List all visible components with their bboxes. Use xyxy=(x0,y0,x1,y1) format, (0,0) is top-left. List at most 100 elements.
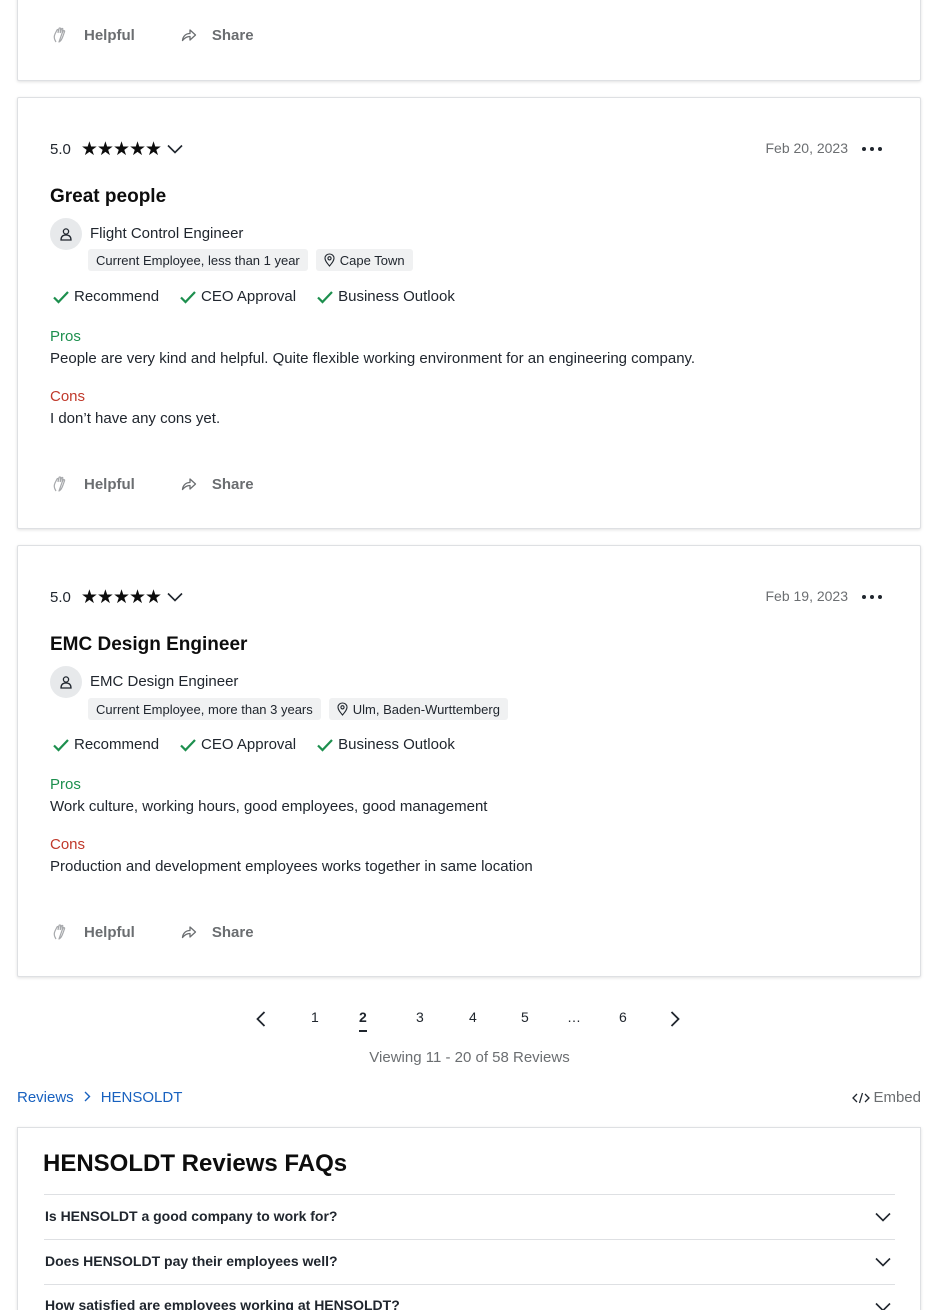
chevron-right-icon xyxy=(84,1090,91,1105)
avatar xyxy=(50,666,82,698)
recommend-check: Recommend xyxy=(52,736,159,753)
next-page-button[interactable] xyxy=(670,1011,680,1032)
location-pin-icon xyxy=(324,253,335,267)
faq-item[interactable]: How satisfied are employees working at H… xyxy=(44,1284,895,1310)
previous-page-button[interactable] xyxy=(256,1011,266,1032)
checkmark-icon xyxy=(317,738,333,752)
page-4[interactable]: 4 xyxy=(469,1009,477,1025)
review-title: Great people xyxy=(50,186,167,207)
location-tag: Cape Town xyxy=(315,249,413,271)
embed-label: Embed xyxy=(873,1089,921,1106)
star-rating: ★ ★ ★ ★ ★ xyxy=(80,586,163,608)
rating-row: 5.0 ★ ★ ★ ★ ★ xyxy=(50,138,183,160)
recommend-label: Recommend xyxy=(74,288,160,305)
person-icon xyxy=(60,228,72,241)
share-icon xyxy=(181,29,196,42)
checkmark-icon xyxy=(180,738,196,752)
cons-label: Cons xyxy=(50,388,86,405)
share-label: Share xyxy=(211,475,254,493)
helpful-button[interactable]: Helpful xyxy=(51,923,135,941)
reviewer-job-title: Flight Control Engineer xyxy=(90,225,244,242)
faq-question: How satisfied are employees working at H… xyxy=(45,1297,400,1310)
faq-question: Does HENSOLDT pay their employees well? xyxy=(45,1253,338,1269)
page-1[interactable]: 1 xyxy=(311,1009,319,1025)
employment-tag: Current Employee, less than 1 year xyxy=(88,249,308,271)
review-actions: Helpful Share xyxy=(51,920,300,944)
helpful-button[interactable]: Helpful xyxy=(51,26,135,44)
business-outlook-check: Business Outlook xyxy=(316,288,455,305)
page-3[interactable]: 3 xyxy=(416,1009,424,1025)
checkmark-icon xyxy=(53,290,69,304)
pagination: 1 2 3 4 5 … 6 xyxy=(0,1006,939,1036)
person-icon xyxy=(60,676,72,689)
page-6[interactable]: 6 xyxy=(619,1009,627,1025)
reviewer-tags: Current Employee, more than 3 years Ulm,… xyxy=(88,698,508,720)
helpful-icon xyxy=(53,924,66,940)
review-date: Feb 20, 2023 xyxy=(765,140,848,156)
page-ellipsis: … xyxy=(567,1009,581,1025)
ceo-approval-check: CEO Approval xyxy=(179,288,296,305)
share-button[interactable]: Share xyxy=(181,476,254,493)
more-icon xyxy=(862,595,866,599)
recommend-check: Recommend xyxy=(52,288,159,305)
more-options-button[interactable] xyxy=(862,588,882,606)
rating-details-toggle[interactable] xyxy=(167,592,183,602)
star-icon: ★ xyxy=(96,138,114,160)
faq-item[interactable]: Is HENSOLDT a good company to work for? xyxy=(44,1194,895,1239)
review-date: Feb 19, 2023 xyxy=(765,588,848,604)
faq-section: HENSOLDT Reviews FAQs Is HENSOLDT a good… xyxy=(17,1127,921,1310)
share-label: Share xyxy=(211,26,254,44)
embed-button[interactable]: Embed xyxy=(852,1089,921,1106)
review-title: EMC Design Engineer xyxy=(50,634,248,655)
star-icon: ★ xyxy=(96,586,114,608)
helpful-label: Helpful xyxy=(84,26,135,44)
more-icon xyxy=(862,147,866,151)
chevron-down-icon xyxy=(875,1212,891,1222)
ceo-approval-label: CEO Approval xyxy=(201,288,297,305)
share-button[interactable]: Share xyxy=(181,27,254,44)
chevron-down-icon xyxy=(875,1257,891,1267)
share-label: Share xyxy=(211,923,254,941)
code-icon xyxy=(852,1092,871,1103)
recommend-label: Recommend xyxy=(74,736,160,753)
star-icon: ★ xyxy=(129,586,147,608)
more-options-button[interactable] xyxy=(862,140,882,158)
page-5[interactable]: 5 xyxy=(521,1009,529,1025)
review-card-partial: Helpful Share xyxy=(17,0,921,81)
business-outlook-label: Business Outlook xyxy=(338,288,455,305)
star-icon: ★ xyxy=(80,586,98,608)
location-text: Ulm, Baden-Wurttemberg xyxy=(352,701,500,717)
breadcrumb-company-link[interactable]: HENSOLDT xyxy=(101,1089,183,1106)
breadcrumb-reviews-link[interactable]: Reviews xyxy=(17,1089,74,1106)
pros-label: Pros xyxy=(50,328,81,345)
helpful-label: Helpful xyxy=(84,923,135,941)
star-icon: ★ xyxy=(80,138,98,160)
pros-text: Work culture, working hours, good employ… xyxy=(50,798,488,815)
chevron-left-icon xyxy=(256,1011,266,1027)
page-2[interactable]: 2 xyxy=(359,1009,367,1032)
share-button[interactable]: Share xyxy=(181,924,254,941)
cons-label: Cons xyxy=(50,836,86,853)
review-card: 5.0 ★ ★ ★ ★ ★ Feb 19, 2023 EMC Design Engine… xyxy=(17,545,921,977)
reviewer-tags: Current Employee, less than 1 year Cape … xyxy=(88,249,413,271)
helpful-button[interactable]: Helpful xyxy=(51,475,135,493)
ceo-approval-check: CEO Approval xyxy=(179,736,296,753)
employment-status: Current Employee, more than 3 years xyxy=(96,701,313,717)
faq-item[interactable]: Does HENSOLDT pay their employees well? xyxy=(44,1239,895,1284)
star-icon: ★ xyxy=(145,586,163,608)
employment-status: Current Employee, less than 1 year xyxy=(96,252,300,268)
review-actions: Helpful Share xyxy=(51,472,300,496)
chevron-down-icon xyxy=(167,592,183,602)
breadcrumb: Reviews HENSOLDT xyxy=(17,1089,182,1106)
location-pin-icon xyxy=(337,702,348,716)
business-outlook-label: Business Outlook xyxy=(338,736,455,753)
rating-details-toggle[interactable] xyxy=(167,144,183,154)
rating-value: 5.0 xyxy=(50,140,71,158)
employment-tag: Current Employee, more than 3 years xyxy=(88,698,321,720)
share-icon xyxy=(181,478,196,491)
faq-title: HENSOLDT Reviews FAQs xyxy=(43,1150,348,1177)
star-icon: ★ xyxy=(112,586,130,608)
chevron-down-icon xyxy=(167,144,183,154)
rating-row: 5.0 ★ ★ ★ ★ ★ xyxy=(50,586,183,608)
review-ratings-checks: Recommend CEO Approval Business Outlook xyxy=(52,288,455,305)
